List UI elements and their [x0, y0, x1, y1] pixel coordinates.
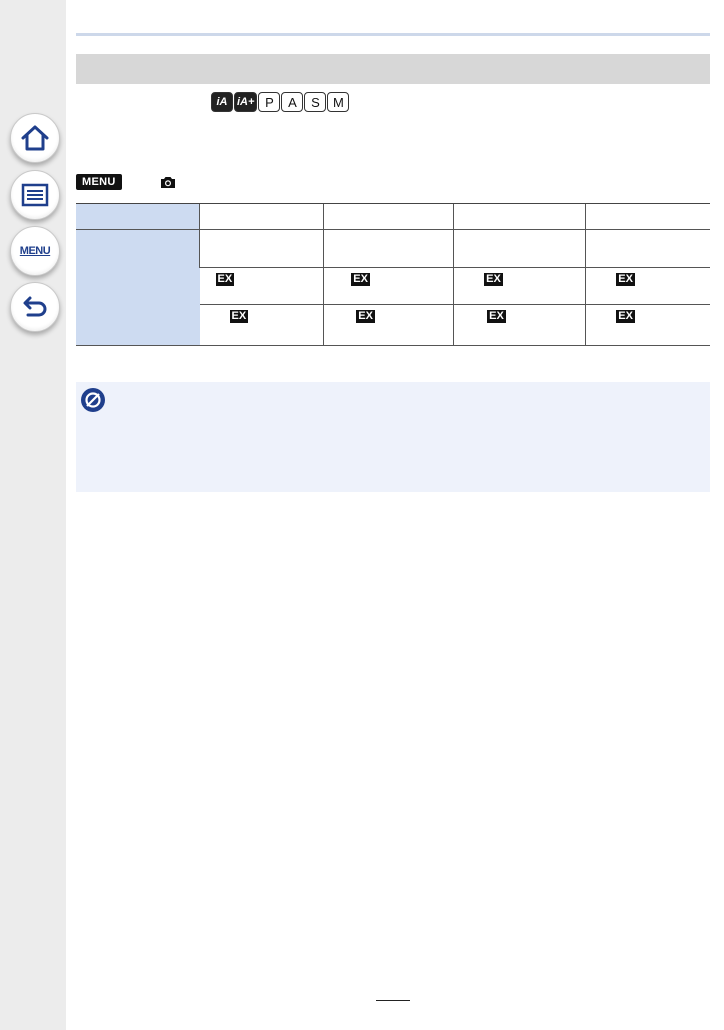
no-entry-icon	[81, 388, 105, 412]
ex-icon: EX	[616, 310, 635, 323]
note-box	[76, 382, 710, 492]
table-cell: EX	[453, 267, 586, 305]
applicable-modes: iA iA+ P A S M	[211, 92, 350, 112]
table-cell: EX	[585, 304, 710, 346]
ex-icon: EX	[356, 310, 375, 323]
ex-icon: EX	[229, 310, 249, 323]
table-header-cell	[453, 203, 586, 230]
mode-ia-plus-icon: iA+	[234, 92, 258, 112]
table-cell	[585, 229, 710, 268]
table-cell: EX	[199, 304, 324, 346]
menu-icon: MENU	[19, 245, 51, 257]
home-icon	[21, 125, 49, 151]
home-button[interactable]	[10, 113, 60, 163]
mode-a-icon: A	[281, 92, 304, 112]
table-cell: EX	[199, 267, 324, 305]
contents-button[interactable]	[10, 170, 60, 220]
ex-icon: EX	[616, 273, 635, 286]
camera-icon	[160, 176, 175, 188]
table-cell: EX	[323, 304, 454, 346]
section-title-bar	[76, 54, 710, 84]
sidebar: MENU	[0, 0, 66, 1030]
table-row	[76, 229, 710, 346]
ex-icon: EX	[487, 310, 506, 323]
ex-icon: EX	[215, 273, 235, 286]
menu-badge: MENU	[76, 174, 122, 190]
table-cell	[198, 229, 324, 268]
table-row-label	[76, 229, 200, 346]
header-rule	[76, 33, 710, 36]
table-header-cell	[198, 203, 324, 230]
spec-table: EX EX EX EX EX EX EX EX	[76, 203, 710, 346]
ex-icon: EX	[351, 273, 370, 286]
table-cell: EX	[585, 267, 710, 305]
table-cell	[453, 229, 586, 268]
table-header-cell	[323, 203, 454, 230]
menu-path: MENU	[76, 174, 176, 190]
mode-ia-icon: iA	[211, 92, 233, 112]
list-icon	[21, 183, 49, 207]
table-header-cell	[585, 203, 710, 230]
mode-s-icon: S	[304, 92, 327, 112]
mode-p-icon: P	[258, 92, 281, 112]
ex-icon: EX	[484, 273, 503, 286]
mode-m-icon: M	[327, 92, 350, 112]
back-arrow-icon	[23, 296, 47, 317]
back-button[interactable]	[10, 282, 60, 332]
menu-button[interactable]: MENU	[10, 226, 60, 276]
table-row	[76, 203, 710, 230]
page-number	[376, 1000, 410, 1001]
table-cell	[323, 229, 454, 268]
table-cell: EX	[323, 267, 454, 305]
table-header-cell	[76, 203, 200, 230]
table-cell: EX	[453, 304, 586, 346]
